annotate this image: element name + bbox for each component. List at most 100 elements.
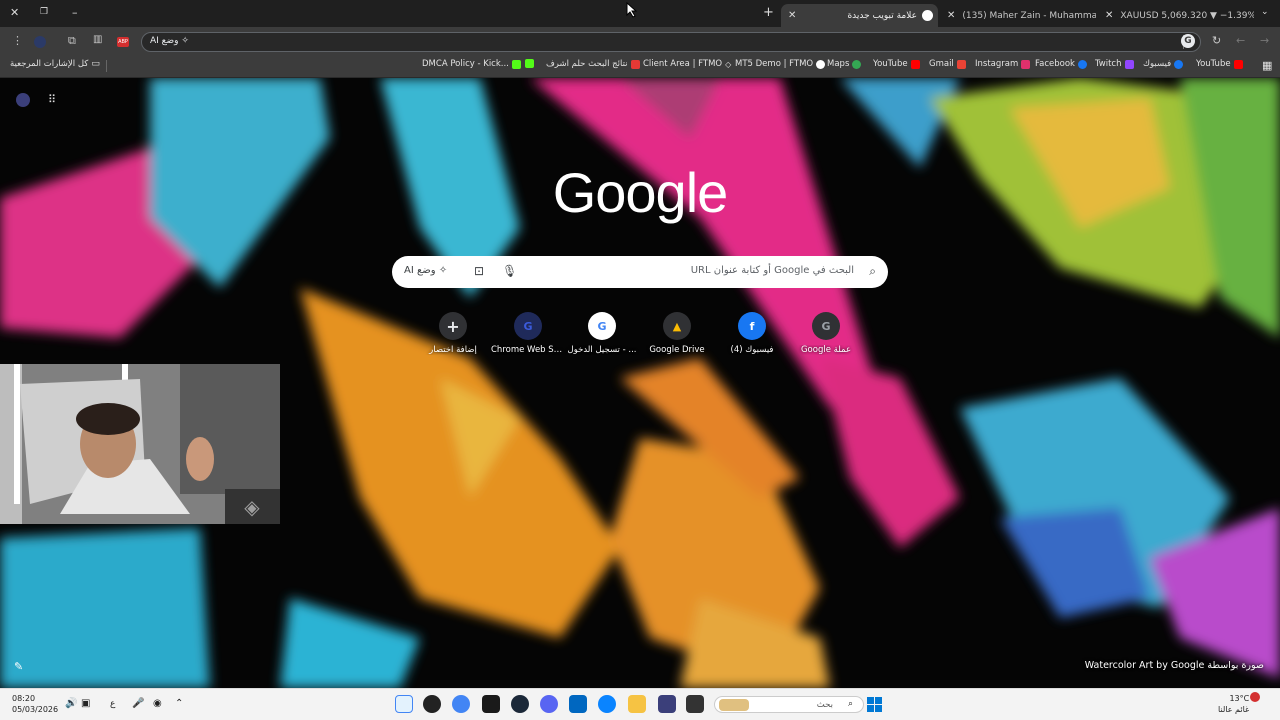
chrome-app-icon[interactable] [395,695,413,713]
apps-grid-icon[interactable]: ▦ [1262,59,1272,72]
shortcut-chrome-web-store[interactable]: G Chrome Web St... [491,312,565,355]
tab-tradingview[interactable]: ✕ XAUUSD 5,069.320 ▼ −1.39% U... TV [1098,4,1254,27]
tray-app-icon[interactable]: ◉ [153,698,162,709]
reload-icon[interactable]: ↻ [1212,34,1221,47]
ai-mode-label: AI وضع [404,265,436,276]
all-bookmarks-button[interactable]: كل الإشارات المرجعية ▭ [10,59,100,69]
bookmark-kick[interactable] [525,59,534,68]
bookmark-client-area[interactable]: Client Area | FTMO ◇ [643,59,731,69]
bookmark-label: Twitch [1095,59,1122,69]
shortcut-google-drive[interactable]: ▲ Google Drive [640,312,714,355]
customize-pencil-icon[interactable]: ✎ [14,660,23,673]
chrome-taskbar-icon[interactable] [452,695,470,713]
bookmark-label: Client Area | FTMO [643,59,723,69]
shortcut-facebook[interactable]: f فيسبوك (4) [715,312,789,355]
tab-new-tab[interactable]: ✕ علامة تبويب جديدة [781,4,938,27]
weather-widget[interactable]: 13°C غائم عالنا [1218,693,1249,715]
steam-icon[interactable] [511,695,529,713]
tab-close-icon[interactable]: ✕ [1105,10,1113,21]
youtube-icon [1233,59,1243,69]
volume-icon[interactable]: 🔊 [65,698,77,709]
microphone-icon[interactable]: 🎙 [502,264,517,278]
google-lens-icon[interactable]: ⊡ [474,264,484,278]
bookmark-mt5-demo[interactable]: MT5 Demo | FTMO [735,59,826,69]
maps-icon [852,59,862,69]
tab-search-icon[interactable]: ⌄ [1261,7,1269,17]
apps-launcher-icon[interactable]: ⠿ [48,93,56,106]
gmail-icon [956,59,966,69]
bookmark-youtube[interactable]: YouTube [1196,59,1243,69]
shortcut-label: Google عملة [800,345,852,355]
bookmark-facebook-ar[interactable]: فيسبوك [1143,59,1184,69]
search-label: بحث [816,700,833,710]
app-icon[interactable] [686,695,704,713]
forward-icon[interactable]: ← [1236,34,1245,47]
microphone-icon[interactable]: 🎤 [132,698,144,709]
restore-window-icon[interactable]: ❐ [40,7,48,17]
ai-mode-label: AI وضع [150,36,179,46]
bookmark-gmail[interactable]: Gmail [929,59,966,69]
extension-icon[interactable]: ▥ [93,34,102,45]
show-hidden-icons[interactable]: ⌃ [175,698,183,709]
bookmark-maps[interactable]: Maps [827,59,862,69]
webcam-image: ◈ [0,364,280,524]
bookmark-label: فيسبوك [1143,59,1172,69]
webcam-overlay: ◈ [0,364,280,524]
tab-close-icon[interactable]: ✕ [788,10,796,21]
ai-mode-chip[interactable]: AI وضع ✧ [150,36,189,46]
background-credit[interactable]: Watercolor Art by Google صورة بواسطة [1085,660,1264,671]
bookmark-twitch[interactable]: Twitch [1095,59,1134,69]
minimize-window-icon[interactable]: – [72,6,78,19]
back-icon[interactable]: → [1260,34,1269,47]
app-icon[interactable] [658,695,676,713]
bookmark-facebook[interactable]: Facebook [1035,59,1087,69]
menu-icon[interactable]: ⋮ [12,34,23,47]
shortcut-label: Chrome Web St... [491,345,565,355]
ai-sparkle-icon: ✧ [438,265,448,276]
bookmark-instagram[interactable]: Instagram [975,59,1031,69]
tab-title: علامة تبويب جديدة [847,10,917,21]
terminal-icon[interactable] [482,695,500,713]
plus-icon: + [439,312,467,340]
clock-date: 05/03/2026 [12,705,59,714]
bookmark-youtube-2[interactable]: YouTube [873,59,920,69]
google-lens-icon[interactable]: G [1181,34,1195,48]
shortcut-google-currency[interactable]: G Google عملة [789,312,863,355]
clock-time: 08:20 [12,694,36,703]
bookmark-label: Gmail [929,59,954,69]
close-window-icon[interactable]: ✕ [10,6,19,19]
ai-mode-button[interactable]: AI وضع ✧ [404,265,447,276]
search-input[interactable]: البحث في Google أو كتابة عنوان URL [691,265,854,276]
google-icon: G [588,312,616,340]
discord-icon[interactable] [540,695,558,713]
edge-icon[interactable] [598,695,616,713]
extensions-icon[interactable]: ⧉ [68,34,76,48]
tab-close-icon[interactable]: ✕ [947,10,955,21]
shortcut-google-signin[interactable]: G تسجيل الدخول - ... [565,312,639,355]
folder-icon: ▭ [91,59,100,69]
address-bar[interactable]: AI وضع ✧ [141,32,1201,52]
bookmarks-bar [0,56,1280,78]
profile-badge-icon[interactable] [16,93,30,107]
clock[interactable]: 08:20 05/03/2026 [12,693,58,715]
new-tab-button[interactable]: + [763,5,774,20]
tab-youtube[interactable]: ✕ (135) Maher Zain - Muhammad... [940,4,1096,27]
windows-start-button[interactable] [866,696,883,713]
input-language[interactable]: ع [110,699,115,709]
google-drive-icon: ▲ [663,312,691,340]
store-icon[interactable] [569,695,587,713]
tab-strip: ✕ ❐ – + ✕ علامة تبويب جديدة ✕ (135) Mahe… [0,0,1280,27]
tab-title: (135) Maher Zain - Muhammad... [962,10,1096,21]
adblock-icon[interactable]: ABP [117,37,129,47]
profile-avatar[interactable] [34,36,46,48]
notification-badge [1250,692,1260,702]
shortcut-add[interactable]: + إضافة اختصار [416,312,490,355]
bookmark-search-results[interactable]: نتائج البحث حلم اشرف [546,59,640,69]
network-icon[interactable]: ▣ [81,698,90,709]
file-explorer-icon[interactable] [628,695,646,713]
taskbar-search[interactable]: ⌕ بحث [714,696,864,713]
search-box[interactable]: AI وضع ✧ ⊡ 🎙 البحث في Google أو كتابة عن… [392,256,888,288]
bookmark-dmca[interactable]: DMCA Policy - Kick... [422,59,521,69]
app-icon[interactable] [423,695,441,713]
mouse-cursor-icon [626,2,638,18]
